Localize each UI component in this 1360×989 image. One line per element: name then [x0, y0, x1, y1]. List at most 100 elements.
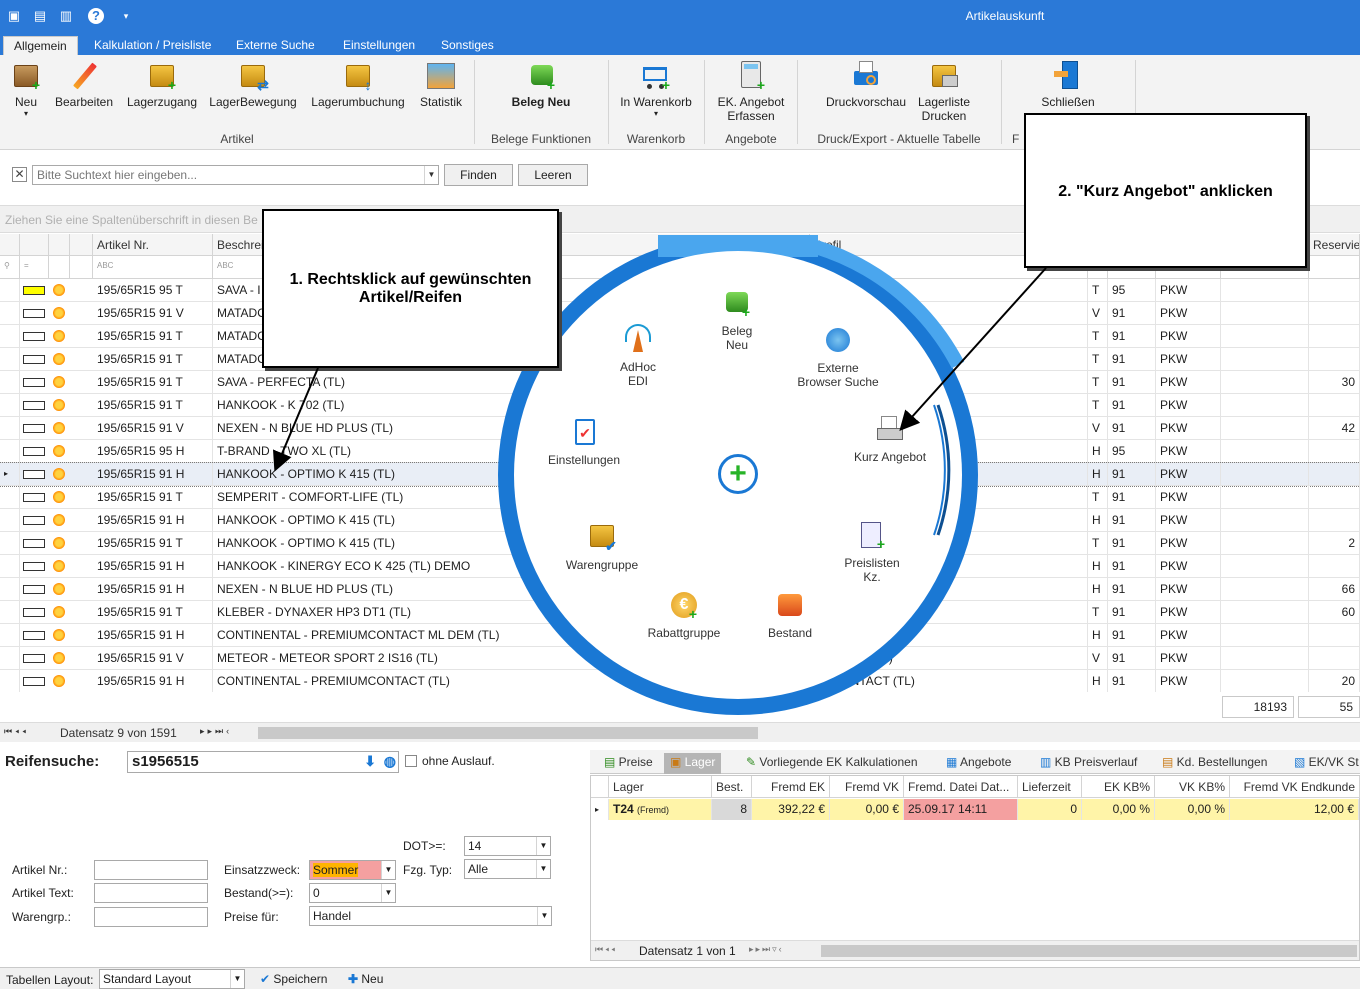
druckvorschau-button[interactable]: Druckvorschau: [824, 59, 908, 109]
bearbeiten-button[interactable]: Bearbeiten: [52, 59, 116, 109]
nav-first-prev-icon[interactable]: ⏮◂◂: [4, 726, 29, 737]
nav-next-last-icon[interactable]: ▸▸⏭▿‹: [749, 944, 784, 955]
column-artikel-nr[interactable]: Artikel Nr.: [93, 234, 213, 256]
bestand-select[interactable]: 0 ▼: [309, 883, 396, 903]
einsatzzweck-select[interactable]: Sommer ▼: [309, 860, 396, 880]
clear-search-icon[interactable]: ✕: [12, 167, 27, 182]
radial-bestand[interactable]: Bestand: [735, 590, 845, 640]
cell-res: [1309, 509, 1360, 532]
search-input[interactable]: Bitte Suchtext hier eingeben... ▼: [32, 165, 439, 185]
col-ek-kb[interactable]: EK KB%: [1082, 776, 1155, 798]
lagerbewegung-button[interactable]: ⇄ LagerBewegung: [206, 59, 300, 109]
tabellen-layout-select[interactable]: Standard Layout ▼: [99, 969, 245, 989]
tab-ek-vk[interactable]: ▧ EK/VK St: [1288, 753, 1360, 774]
lager-row[interactable]: T24 (Fremd): [609, 799, 712, 820]
chevron-down-icon[interactable]: ▼: [537, 907, 551, 925]
tab-sonstiges[interactable]: Sonstiges: [431, 36, 504, 55]
radial-einstellungen[interactable]: ✔ Einstellungen: [529, 417, 639, 467]
tab-externe-suche[interactable]: Externe Suche: [226, 36, 325, 55]
tab-lager[interactable]: ▣ Lager: [664, 753, 722, 774]
search-dropdown-icon[interactable]: ▼: [424, 166, 438, 184]
column-reserviert[interactable]: Reservier: [1309, 234, 1360, 256]
preise-fuer-select[interactable]: Handel ▼: [309, 906, 552, 926]
radial-warengruppe[interactable]: ✔ Warengruppe: [547, 522, 657, 572]
box-check-icon: ✔: [587, 522, 617, 553]
cell-nr: 195/65R15 91 H: [93, 555, 213, 578]
statistik-button[interactable]: Statistik: [414, 59, 468, 109]
cell-nr: 195/65R15 91 T: [93, 325, 213, 348]
finden-button[interactable]: Finden: [444, 164, 513, 186]
radial-rabattgruppe[interactable]: € + Rabattgruppe: [629, 590, 739, 640]
cell-nr: 195/65R15 91 T: [93, 394, 213, 417]
cell-si: H: [1088, 670, 1108, 692]
fzg-typ-select[interactable]: Alle ▼: [464, 859, 551, 879]
col-fremd-ek[interactable]: Fremd EK: [752, 776, 830, 798]
group-artikel: Artikel: [220, 132, 254, 146]
nav-first-prev-icon[interactable]: ⏮◂◂: [595, 944, 617, 955]
row-expand-icon[interactable]: ▸: [591, 799, 609, 820]
col-best[interactable]: Best.: [712, 776, 752, 798]
leeren-button[interactable]: Leeren: [518, 164, 588, 186]
lagerliste-drucken-button[interactable]: Lagerliste Drucken: [914, 59, 974, 123]
row-indicator: ▸: [0, 463, 20, 486]
search-down-icon[interactable]: ⬇: [364, 753, 376, 770]
in-warenkorb-button[interactable]: + In Warenkorb ▾: [616, 59, 696, 118]
beleg-neu-button[interactable]: + Beleg Neu: [506, 59, 576, 109]
row-indicator: [0, 279, 20, 302]
cell-res: [1309, 463, 1360, 486]
lager-hscroll[interactable]: [821, 945, 1357, 957]
tab-kd-bestellungen[interactable]: ▤ Kd. Bestellungen: [1156, 753, 1273, 774]
dot-select[interactable]: 14 ▼: [464, 836, 551, 856]
artikel-nr-input[interactable]: [94, 860, 208, 880]
lagerzugang-button[interactable]: + Lagerzugang: [124, 59, 200, 109]
lagerumbuchung-button[interactable]: ↕ Lagerumbuchung: [308, 59, 408, 109]
col-vk-kb[interactable]: VK KB%: [1155, 776, 1230, 798]
tab-preise[interactable]: ▤ Preise: [598, 753, 659, 774]
cell-li: 91: [1108, 302, 1156, 325]
tab-einstellungen[interactable]: Einstellungen: [333, 36, 425, 55]
cell-si: H: [1088, 463, 1108, 486]
col-lager[interactable]: Lager: [609, 776, 712, 798]
calc-icon: ✎: [746, 755, 760, 769]
radial-center-plus-icon[interactable]: +: [718, 454, 758, 494]
neu-layout-button[interactable]: ✚ Neu: [348, 972, 383, 986]
radial-beleg-neu[interactable]: + Beleg Neu: [682, 288, 792, 352]
neu-button[interactable]: + Neu ▾: [6, 59, 46, 118]
cell-typ: PKW: [1156, 348, 1221, 371]
chevron-down-icon[interactable]: ▼: [536, 837, 550, 855]
cell-nr: 195/65R15 91 H: [93, 624, 213, 647]
chevron-down-icon[interactable]: ▼: [381, 861, 395, 879]
artikel-text-input[interactable]: [94, 883, 208, 903]
filter-artikel-nr[interactable]: ABC: [93, 256, 213, 279]
filter-icon[interactable]: ⚲: [0, 256, 20, 279]
tab-kb-preisverlauf[interactable]: ▥ KB Preisverlauf: [1034, 753, 1143, 774]
speichern-button[interactable]: ✔ Speichern: [260, 972, 327, 986]
chevron-down-icon[interactable]: ▼: [536, 860, 550, 878]
row-indicator: [0, 509, 20, 532]
ribbon-tabs: Allgemein Kalkulation / Preisliste Exter…: [0, 33, 1360, 55]
globe-icon[interactable]: ◍: [384, 753, 396, 770]
radial-preislisten-kz[interactable]: + Preislisten Kz.: [817, 520, 927, 584]
horizontal-scrollbar[interactable]: [258, 727, 758, 739]
warengrp-input[interactable]: [94, 907, 208, 927]
col-lieferzeit[interactable]: Lieferzeit: [1018, 776, 1082, 798]
nav-next-last-icon[interactable]: ▸▸⏭‹: [200, 726, 232, 737]
col-fremd-vk[interactable]: Fremd VK: [830, 776, 904, 798]
radial-externe-browser-suche[interactable]: Externe Browser Suche: [783, 325, 893, 389]
col-fremd-datei-datum[interactable]: Fremd. Datei Dat...: [904, 776, 1018, 798]
tab-angebote[interactable]: ▦ Angebote: [940, 753, 1017, 774]
radial-adhoc-edi[interactable]: AdHoc EDI: [583, 324, 693, 388]
tab-kalkulation[interactable]: Kalkulation / Preisliste: [84, 36, 221, 55]
ek-angebot-erfassen-button[interactable]: + EK. Angebot Erfassen: [712, 59, 790, 123]
schliessen-button[interactable]: Schließen: [1038, 59, 1098, 109]
reifensuche-input[interactable]: s1956515 ⬇ ◍: [127, 751, 399, 773]
tab-ek-kalkulationen[interactable]: ✎ Vorliegende EK Kalkulationen: [740, 753, 924, 774]
cell-nr: 195/65R15 91 T: [93, 532, 213, 555]
radial-kurz-angebot[interactable]: Kurz Angebot: [835, 414, 945, 464]
chevron-down-icon[interactable]: ▼: [381, 884, 395, 902]
summer-tire-icon: [53, 537, 65, 549]
chevron-down-icon[interactable]: ▼: [230, 970, 244, 988]
tab-allgemein[interactable]: Allgemein: [3, 36, 78, 55]
col-endkunde[interactable]: Fremd VK Endkunde: [1230, 776, 1360, 798]
ohne-auslauf-checkbox[interactable]: [405, 755, 417, 767]
